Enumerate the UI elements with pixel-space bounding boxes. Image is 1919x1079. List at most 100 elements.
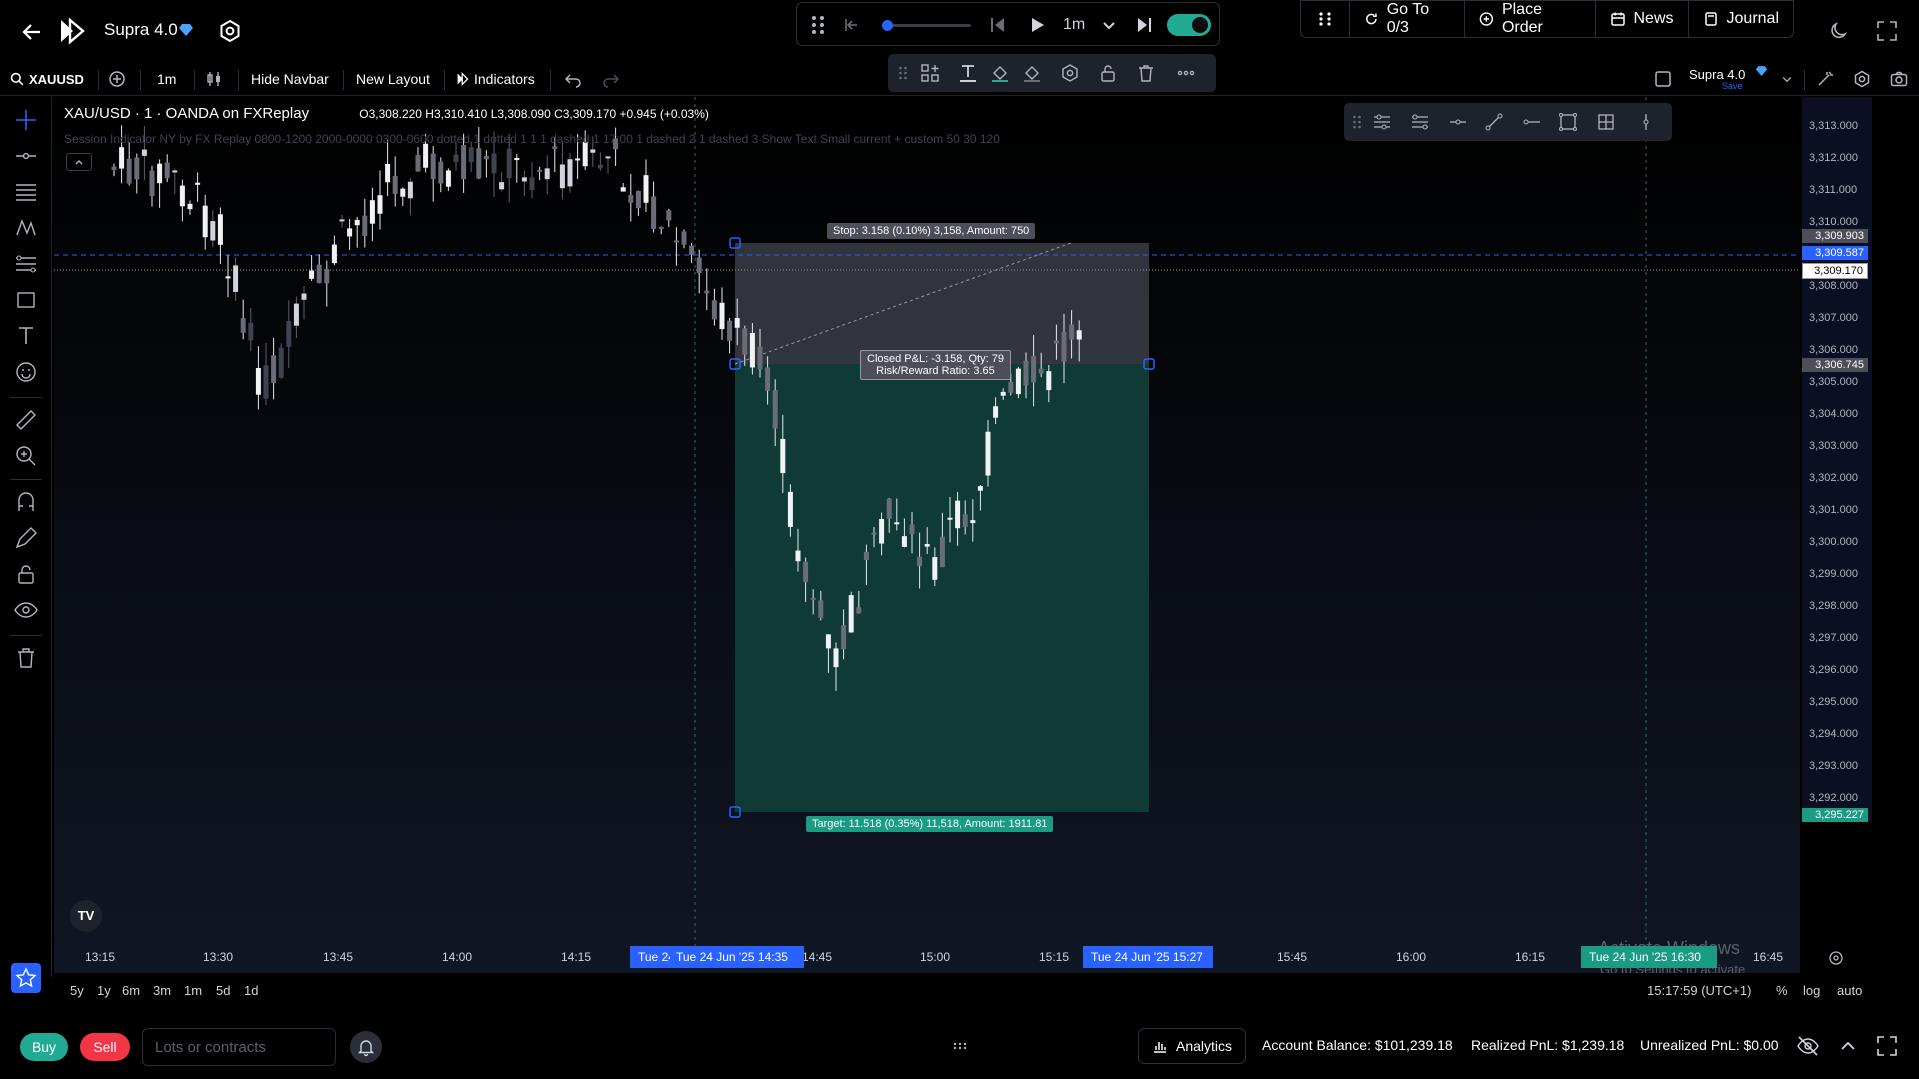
trendline-tool-icon[interactable] bbox=[1484, 112, 1504, 132]
candles-type-icon[interactable] bbox=[205, 62, 223, 96]
play-icon[interactable] bbox=[1027, 15, 1047, 35]
axis-settings-icon[interactable] bbox=[1828, 950, 1844, 966]
text-color-icon[interactable] bbox=[958, 63, 978, 83]
ruler-icon[interactable] bbox=[13, 407, 39, 433]
vertical-line-tool-icon[interactable] bbox=[1636, 112, 1656, 132]
chart-pane[interactable]: Stop: 3.158 (0.10%) 3,158, Amount: 750 C… bbox=[54, 97, 1800, 973]
drag-grip-icon[interactable] bbox=[811, 15, 825, 35]
apps-grid-button[interactable] bbox=[1301, 1, 1349, 37]
horizontal-lines-icon[interactable] bbox=[13, 179, 39, 205]
buy-button[interactable]: Buy bbox=[20, 1033, 68, 1061]
auto-scale-toggle[interactable]: auto bbox=[1837, 983, 1862, 998]
favorites-star-icon[interactable] bbox=[11, 963, 41, 993]
text-tool-icon[interactable] bbox=[13, 323, 39, 349]
fullscreen-icon[interactable] bbox=[1876, 20, 1898, 42]
log-scale-toggle[interactable]: log bbox=[1803, 983, 1820, 998]
step-back-icon[interactable] bbox=[989, 16, 1007, 34]
settings-hex-icon[interactable] bbox=[1060, 63, 1080, 83]
footer-fullscreen-icon[interactable] bbox=[1876, 1035, 1898, 1057]
horizontal-ray-icon[interactable] bbox=[1448, 112, 1468, 132]
template-icon[interactable] bbox=[920, 63, 940, 83]
new-layout-button[interactable]: New Layout bbox=[356, 62, 430, 96]
indicator-legend[interactable]: Session Indicator NY by FX Replay 0800-1… bbox=[64, 132, 1000, 146]
price-tick-label: 3,297.000 bbox=[1809, 632, 1858, 644]
alert-bell-icon[interactable] bbox=[350, 1031, 382, 1063]
percent-scale-toggle[interactable]: % bbox=[1776, 983, 1788, 998]
candle-body bbox=[1008, 382, 1014, 393]
place-order-button[interactable]: Place Order bbox=[1464, 1, 1594, 37]
collapse-legend-chevron-up-icon[interactable] bbox=[66, 153, 92, 171]
camera-snapshot-icon[interactable] bbox=[1890, 62, 1908, 96]
hide-navbar-button[interactable]: Hide Navbar bbox=[251, 62, 329, 96]
horizontal-line-tool-icon[interactable] bbox=[1522, 112, 1542, 132]
layout-checkbox[interactable] bbox=[1654, 62, 1672, 96]
rectangle-tool-icon[interactable] bbox=[1558, 112, 1578, 132]
magic-wand-icon[interactable] bbox=[1816, 62, 1834, 96]
chevron-down-icon[interactable] bbox=[1101, 17, 1117, 33]
layout-chevron-down-icon[interactable] bbox=[1780, 62, 1794, 96]
drawing-mode-icon[interactable] bbox=[13, 525, 39, 551]
redo-icon[interactable] bbox=[602, 62, 620, 96]
border-color-icon[interactable] bbox=[1022, 63, 1042, 83]
symbol-search[interactable]: XAUUSD bbox=[10, 62, 84, 96]
trash-icon[interactable] bbox=[1136, 63, 1156, 83]
sell-button[interactable]: Sell bbox=[80, 1033, 130, 1061]
skip-to-start-icon[interactable] bbox=[843, 17, 859, 33]
goto-button[interactable]: Go To 0/3 bbox=[1349, 1, 1464, 37]
channel-tool-icon[interactable] bbox=[1410, 112, 1430, 132]
range-1d[interactable]: 1d bbox=[244, 983, 258, 998]
more-options-icon[interactable] bbox=[1176, 63, 1196, 83]
back-arrow-icon[interactable] bbox=[18, 18, 46, 46]
crosshair-icon[interactable] bbox=[13, 107, 39, 133]
zoom-in-icon[interactable] bbox=[13, 443, 39, 469]
float-drag-handle-icon[interactable] bbox=[1352, 112, 1362, 132]
candle-body bbox=[217, 214, 223, 245]
analytics-button[interactable]: Analytics bbox=[1138, 1028, 1246, 1064]
range-6m[interactable]: 6m bbox=[122, 983, 140, 998]
emoji-icon[interactable] bbox=[13, 359, 39, 385]
panel-resize-grip-icon[interactable] bbox=[952, 1038, 968, 1054]
replay-progress-slider[interactable] bbox=[882, 20, 971, 31]
replay-toggle[interactable] bbox=[1167, 14, 1211, 36]
range-1y[interactable]: 1y bbox=[97, 983, 111, 998]
lock-drawings-icon[interactable] bbox=[13, 561, 39, 587]
range-1m[interactable]: 1m bbox=[184, 983, 202, 998]
tradingview-logo-icon[interactable]: TV bbox=[70, 900, 102, 932]
rectangle-icon[interactable] bbox=[13, 287, 39, 313]
chart-legend[interactable]: XAU/USD · 1 · OANDA on FXReplay O3,308.2… bbox=[64, 105, 709, 122]
fill-color-icon[interactable] bbox=[990, 63, 1010, 83]
clock-timezone[interactable]: 15:17:59 (UTC+1) bbox=[1647, 983, 1751, 998]
interval-button[interactable]: 1m bbox=[157, 62, 176, 96]
settings-gear-icon[interactable] bbox=[218, 19, 242, 43]
lock-icon[interactable] bbox=[1098, 63, 1118, 83]
range-5y[interactable]: 5y bbox=[70, 983, 84, 998]
pattern-icon[interactable] bbox=[13, 215, 39, 241]
step-forward-icon[interactable] bbox=[1135, 16, 1153, 34]
hide-values-eye-off-icon[interactable] bbox=[1796, 1034, 1820, 1058]
magnet-icon[interactable] bbox=[13, 489, 39, 515]
range-3m[interactable]: 3m bbox=[153, 983, 171, 998]
candle-body bbox=[689, 245, 695, 255]
stop-zone[interactable] bbox=[735, 243, 1149, 364]
range-5d[interactable]: 5d bbox=[216, 983, 230, 998]
delete-drawings-trash-icon[interactable] bbox=[13, 645, 39, 671]
fib-tool-icon[interactable] bbox=[13, 251, 39, 277]
price-tick-label: 3,304.000 bbox=[1809, 408, 1858, 420]
date-price-range-icon[interactable] bbox=[1596, 112, 1616, 132]
position-tool-icon[interactable] bbox=[1372, 112, 1392, 132]
target-zone[interactable] bbox=[735, 364, 1149, 812]
indicators-button[interactable]: Indicators bbox=[456, 62, 535, 96]
undo-icon[interactable] bbox=[564, 62, 582, 96]
candle-body bbox=[643, 175, 649, 203]
add-symbol-icon[interactable] bbox=[108, 62, 126, 96]
chevron-up-icon[interactable] bbox=[1838, 1036, 1858, 1056]
chart-settings-gear-icon[interactable] bbox=[1853, 62, 1871, 96]
trend-line-icon[interactable] bbox=[13, 143, 39, 169]
drag-handle-icon[interactable] bbox=[898, 63, 908, 83]
news-button[interactable]: News bbox=[1594, 1, 1688, 37]
eye-visibility-icon[interactable] bbox=[13, 597, 39, 623]
lots-input[interactable] bbox=[142, 1028, 336, 1066]
journal-button[interactable]: Journal bbox=[1687, 1, 1793, 37]
replay-speed[interactable]: 1m bbox=[1063, 16, 1085, 34]
dark-mode-moon-icon[interactable] bbox=[1828, 20, 1850, 42]
